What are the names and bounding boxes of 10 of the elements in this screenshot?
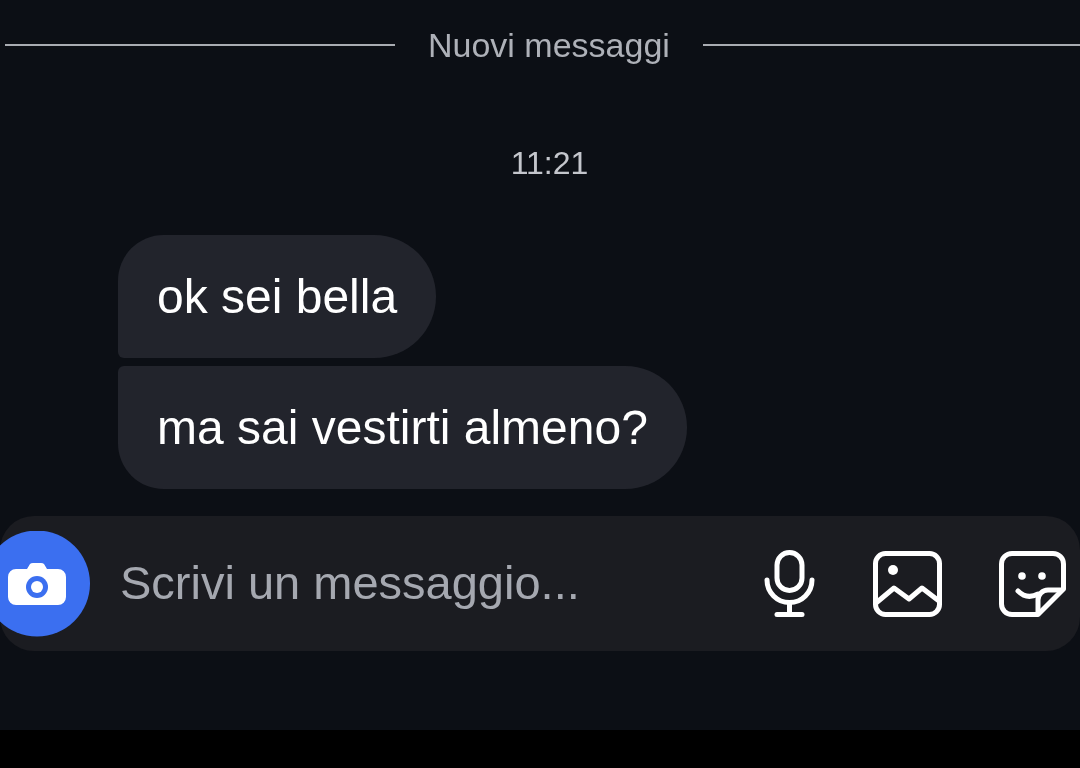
message-bubble: ma sai vestirti almeno? bbox=[118, 366, 687, 489]
camera-icon bbox=[8, 562, 66, 605]
message-input[interactable]: Scrivi un messaggio... bbox=[120, 553, 743, 614]
message-time: 11:21 bbox=[510, 144, 589, 182]
message-bubble: ok sei bella bbox=[118, 235, 437, 358]
sticker-icon[interactable] bbox=[999, 550, 1066, 617]
image-icon[interactable] bbox=[873, 550, 942, 617]
message-composer[interactable]: Scrivi un messaggio... bbox=[0, 516, 1080, 651]
divider-label: Nuovi messaggi bbox=[427, 25, 671, 65]
microphone-icon[interactable] bbox=[763, 550, 816, 617]
